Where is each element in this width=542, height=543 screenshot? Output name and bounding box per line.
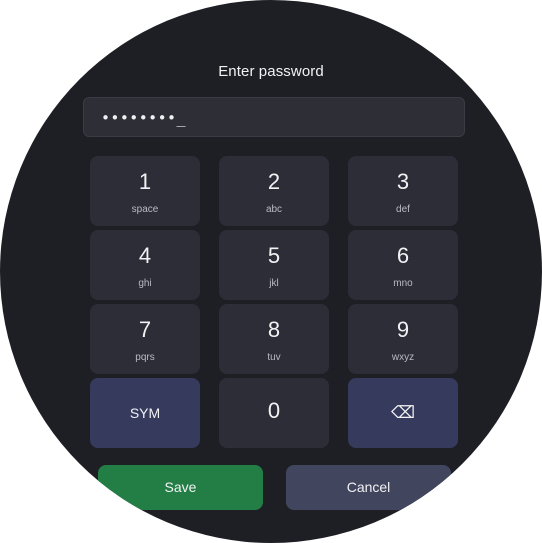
key-digit: 4: [138, 243, 152, 268]
key-7[interactable]: 7 pqrs: [90, 304, 200, 374]
key-digit: 0: [267, 398, 281, 423]
key-digit: 1: [138, 169, 152, 194]
key-1[interactable]: 1 space: [90, 156, 200, 226]
dialog-title: Enter password: [218, 63, 324, 80]
key-letters: pqrs: [135, 352, 155, 363]
key-9[interactable]: 9 wxyz: [348, 304, 458, 374]
key-letters: mno: [393, 278, 413, 289]
sym-key[interactable]: SYM: [90, 378, 200, 448]
key-digit: 9: [396, 317, 410, 342]
key-6[interactable]: 6 mno: [348, 230, 458, 300]
key-4[interactable]: 4 ghi: [90, 230, 200, 300]
key-2[interactable]: 2 abc: [219, 156, 329, 226]
key-digit: 5: [267, 243, 281, 268]
key-letters: tuv: [267, 352, 281, 363]
key-3[interactable]: 3 def: [348, 156, 458, 226]
key-8[interactable]: 8 tuv: [219, 304, 329, 374]
key-0[interactable]: 0: [219, 378, 329, 448]
password-input[interactable]: ••••••••_: [83, 97, 465, 137]
sym-label: SYM: [129, 405, 161, 421]
key-5[interactable]: 5 jkl: [219, 230, 329, 300]
key-letters: jkl: [269, 278, 279, 289]
key-digit: 2: [267, 169, 281, 194]
key-letters: space: [131, 204, 159, 215]
key-digit: 8: [267, 317, 281, 342]
key-digit: 6: [396, 243, 410, 268]
key-digit: 3: [396, 169, 410, 194]
backspace-icon: ⌫: [390, 403, 416, 422]
key-letters: wxyz: [391, 352, 415, 363]
key-digit: 7: [138, 317, 152, 342]
key-letters: def: [396, 204, 410, 215]
save-button[interactable]: Save: [98, 465, 263, 510]
key-letters: ghi: [138, 278, 152, 289]
password-dialog: Enter password ••••••••_ 1 space 2 abc 3…: [0, 0, 542, 543]
backspace-key[interactable]: ⌫: [348, 378, 458, 448]
cancel-button[interactable]: Cancel: [286, 465, 451, 510]
key-letters: abc: [265, 204, 283, 215]
